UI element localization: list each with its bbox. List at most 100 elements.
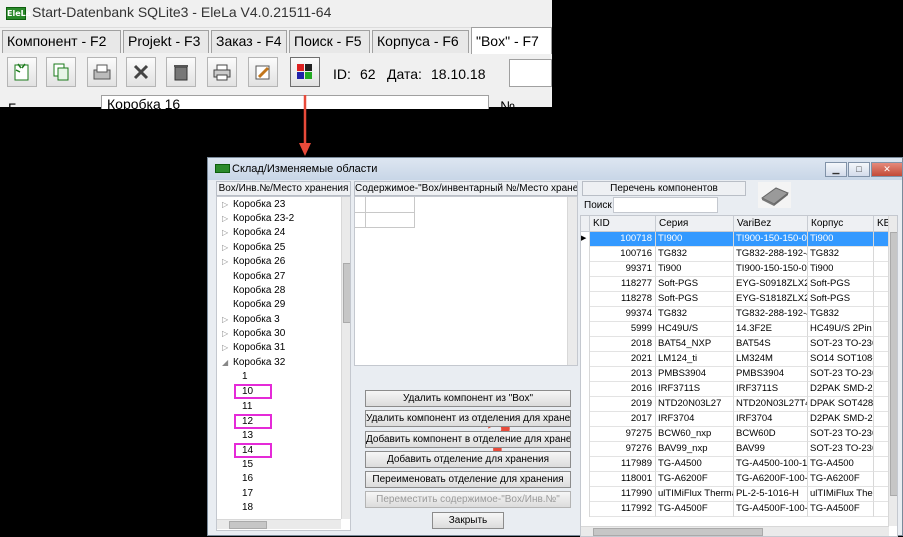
close-button[interactable]: Закрыть [432,512,504,529]
tree-item[interactable]: ▷ Коробка 25 [222,242,285,253]
table-row[interactable]: 2018 BAT54_NXP BAT54S SOT-23 TO-236 [581,337,889,352]
grid-header-kbo[interactable]: KBo [874,216,889,232]
table-row[interactable]: 117990 ulTIMiFlux Thermal PL-2-5-1016-H ulT… [581,487,889,502]
table-row[interactable]: 2021 LM124_ti LM324M SO14 SOT108-1 [581,352,889,367]
remove-from-box-button[interactable]: Удалить компонент из "Box" [365,390,571,407]
delete-button[interactable] [126,57,156,87]
tree-item[interactable]: ▷ Коробка 3 [222,314,280,325]
table-row[interactable]: 99374 TG832 TG832-288-192-4 TG832 [581,307,889,322]
table-row[interactable]: 97275 BCW60_nxp BCW60D SOT-23 TO-236 [581,427,889,442]
new-button[interactable] [7,57,37,87]
tree-subitem[interactable]: 16 [242,473,253,484]
edit-button[interactable] [248,57,278,87]
tab-project[interactable]: Projekt - F3 [123,30,209,53]
tree-item[interactable]: ▷ Коробка 23-2 [222,213,294,224]
table-cell: EYG-S0918ZLX2 [734,277,808,292]
date-value: 18.10.18 [431,66,486,82]
row-indicator [581,247,590,262]
table-cell: SOT-23 TO-236 [808,427,874,442]
grid-header-package[interactable]: Корпус [808,216,874,232]
table-cell: TG832-288-192-4 [734,247,808,262]
component-grid[interactable]: KID Серия VariBez Корпус KBo ▶100718TI90… [580,215,898,537]
delete-icon [133,64,149,80]
tree-vscrollbar[interactable] [341,197,350,519]
tree-subitem[interactable]: 11 [242,401,252,412]
table-cell: BCW60D [734,427,808,442]
contents-grid[interactable] [354,196,578,366]
maximize-button[interactable]: □ [848,162,870,177]
tree-subitem[interactable]: 1 [242,371,248,382]
tree-item[interactable]: ▷ Коробка 30 [222,328,285,339]
grid-header-varibez[interactable]: VariBez [734,216,808,232]
tree-vscroll-thumb[interactable] [343,263,350,323]
table-row[interactable]: 117992 TG-A4500F TG-A4500F-100-1 TG-A4500F [581,502,889,517]
tree-item[interactable]: ▷ Коробка 26 [222,256,285,267]
tree-subitem[interactable]: 18 [242,502,253,513]
table-row[interactable]: 118278 Soft-PGS EYG-S1818ZLX2 Soft-PGS [581,292,889,307]
rename-compartment-button[interactable]: Переименовать отделение для хранения [365,471,571,488]
grid-hscroll-thumb[interactable] [593,528,763,536]
move-contents-button[interactable]: Переместить содержимое-"Box/Инв.№" [365,491,571,508]
tree-hscrollbar[interactable] [217,519,341,529]
copy-button[interactable] [46,57,76,87]
minimize-button[interactable]: ▁ [825,162,847,177]
table-cell: IRF3704 [656,412,734,427]
grid-vscrollbar[interactable] [888,216,897,526]
tab-order[interactable]: Заказ - F4 [211,30,287,53]
grid-header-kid[interactable]: KID [590,216,656,232]
box-name-field[interactable]: Коробка 16 [101,95,489,109]
tree-item-expanded[interactable]: ◢ Коробка 32 [222,357,285,368]
table-row[interactable]: 118001 TG-A6200F TG-A6200F-100-1 TG-A6200F [581,472,889,487]
table-row[interactable]: 5999 HC49U/S 14.3F2E HC49U/S 2Pin [581,322,889,337]
tree-item[interactable]: Коробка 27 [222,271,285,282]
table-row[interactable]: 2017IRF3704IRF3704D2PAK SMD-220 [581,412,889,427]
table-row[interactable]: 2016IRF3711SIRF3711SD2PAK SMD-220 [581,382,889,397]
tree-subitem[interactable]: 17 [242,488,253,499]
tree-item[interactable]: ▷ Коробка 23 [222,199,285,210]
table-row[interactable]: 99371 Ti900 TI900-150-150-0. Ti900 [581,262,889,277]
id-label: ID: [333,66,351,82]
table-row[interactable]: 2019 NTD20N03L27 NTD20N03L27T4 DPAK SOT428 [581,397,889,412]
grid-hscrollbar[interactable] [581,526,889,536]
tab-search[interactable]: Поиск - F5 [289,30,370,53]
tree-subitem[interactable]: 13 [242,430,253,441]
table-cell: TG-A6200F-100-1 [734,472,808,487]
table-cell: IRF3711S [734,382,808,397]
save-button[interactable] [87,57,117,87]
row-indicator [581,472,590,487]
tree-item[interactable]: Коробка 29 [222,299,285,310]
remove-from-compartment-button[interactable]: Удалить компонент из отделения для хране… [365,410,571,427]
table-cell: 118001 [590,472,656,487]
add-compartment-button[interactable]: Добавить отделение для хранения [365,451,571,468]
tree-hscroll-thumb[interactable] [229,521,267,529]
tab-box[interactable]: "Box" - F7 [471,27,552,54]
tab-component[interactable]: Компонент - F2 [2,30,121,53]
tree-subitem[interactable]: 15 [242,459,253,470]
tab-packages[interactable]: Корпуса - F6 [372,30,469,53]
row-indicator [581,442,590,457]
table-cell: 117992 [590,502,656,517]
tree-item[interactable]: Коробка 28 [222,285,285,296]
contents-vscrollbar[interactable] [567,197,577,365]
grid-header-series[interactable]: Серия [656,216,734,232]
table-row[interactable]: ▶ 100718 TI900 TI900-150-150-0. Ti900 [581,232,889,247]
tree-item[interactable]: ▷ Коробка 24 [222,227,285,238]
add-to-compartment-button[interactable]: Добавить компонент в отделение для хране… [365,431,571,448]
grid-vscroll-thumb[interactable] [890,232,897,496]
print-button[interactable] [207,57,237,87]
trash-button[interactable] [166,57,196,87]
table-cell: EYG-S1818ZLX2 [734,292,808,307]
table-cell: PL-2-5-1016-H [734,487,808,502]
close-window-button[interactable]: ✕ [871,162,903,177]
table-row[interactable]: 117989 TG-A4500 TG-A4500-100-10 TG-A4500 [581,457,889,472]
storage-areas-button[interactable] [290,57,320,87]
table-row[interactable]: 2013 PMBS3904 PMBS3904 SOT-23 TO-236 [581,367,889,382]
search-input[interactable] [613,197,718,213]
tree-item[interactable]: ▷ Коробка 31 [222,342,285,353]
box-tree[interactable]: ▷ Коробка 23 ▷ Коробка 23-2 ▷ Коробка 24 ▷ К… [216,196,351,531]
table-row[interactable]: 118277 Soft-PGS EYG-S0918ZLX2 Soft-PGS [581,277,889,292]
id-field[interactable] [509,59,552,87]
trash-icon [174,65,188,81]
table-row[interactable]: 100716 TG832 TG832-288-192-4 TG832 [581,247,889,262]
table-row[interactable]: 97276 BAV99_nxp BAV99 SOT-23 TO-236 [581,442,889,457]
